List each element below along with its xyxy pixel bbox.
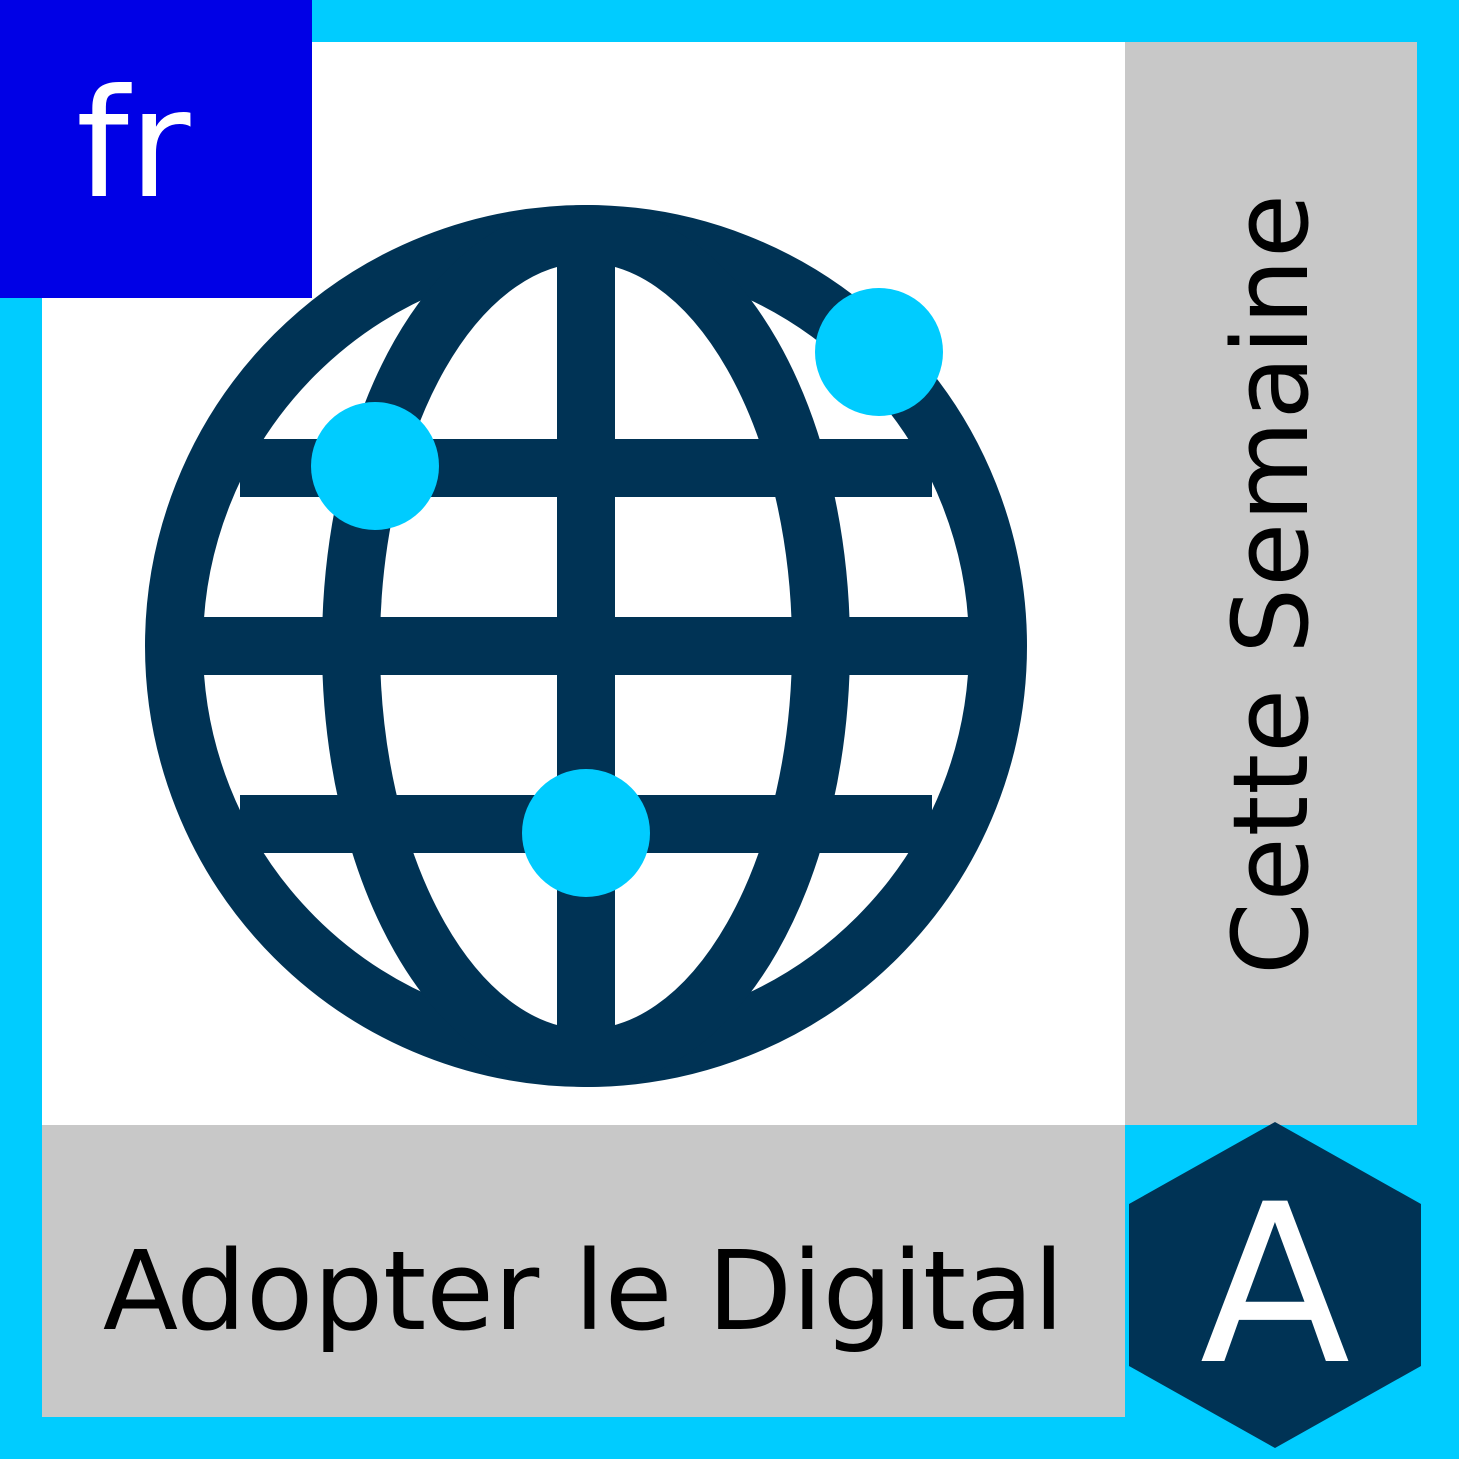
logo-letter: A xyxy=(1125,1118,1425,1452)
bottom-title: Adopter le Digital xyxy=(42,1125,1125,1417)
network-node-icon xyxy=(522,769,650,897)
network-node-icon xyxy=(815,288,943,416)
network-node-icon xyxy=(311,402,439,530)
globe-icon xyxy=(145,205,1027,1087)
cover-art: fr Cette Semaine Adopter le Digital A xyxy=(0,0,1459,1459)
logo-letter-text: A xyxy=(1199,1157,1351,1413)
language-label: fr xyxy=(76,58,191,232)
side-title: Cette Semaine xyxy=(1125,42,1417,1125)
side-title-text: Cette Semaine xyxy=(1210,192,1332,975)
bottom-title-text: Adopter le Digital xyxy=(102,1227,1065,1355)
